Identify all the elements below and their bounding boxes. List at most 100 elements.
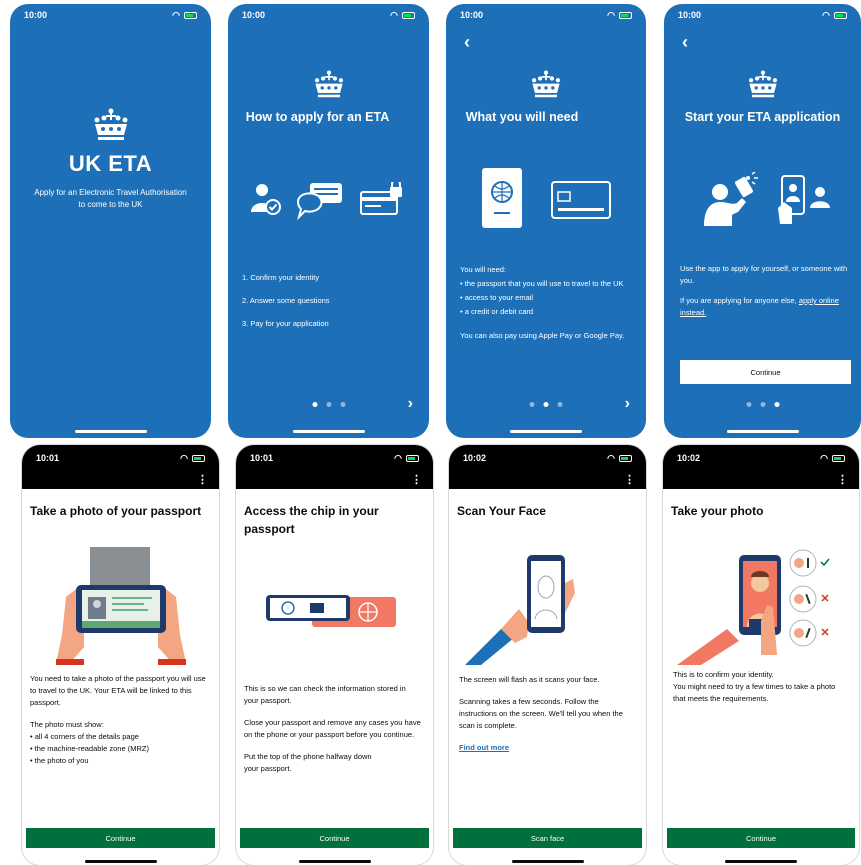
status-bar: 10:02 ◠: [449, 445, 646, 471]
footer-text: You can also pay using Apple Pay or Goog…: [460, 331, 625, 340]
page-title: Take your photo: [671, 504, 764, 518]
identity-check-icon: [250, 182, 282, 221]
para-1: You need to take a photo of the passport…: [30, 674, 206, 707]
list-item: access to your email: [460, 292, 634, 304]
crown-icon: [746, 70, 780, 99]
step-item: 1. Confirm your identity: [242, 273, 320, 282]
page-dot: [746, 402, 751, 407]
find-out-more-link[interactable]: Find out more: [459, 742, 634, 754]
requirements-list: all 4 corners of the details page the ma…: [30, 731, 207, 767]
passport-text: You need to take a photo of the passport…: [30, 673, 207, 767]
passport-scan-illustration: [54, 547, 188, 670]
battery-icon: [402, 11, 415, 19]
crown-icon: [91, 108, 131, 142]
wifi-icon: ◠: [390, 9, 398, 20]
page-title: What you will need: [465, 110, 579, 124]
app-bar: ⋮: [449, 471, 646, 489]
app-title: UK ETA: [68, 151, 153, 176]
phone-person-icon: [778, 174, 834, 231]
page-dot: [312, 402, 317, 407]
list-item: a credit or debit card: [460, 306, 634, 318]
crown-icon: [529, 70, 563, 99]
home-indicator: [292, 430, 365, 433]
continue-button[interactable]: Continue: [26, 828, 215, 848]
status-bar: 10:00 ◠: [664, 4, 861, 26]
list-item: the passport that you will use to travel…: [460, 278, 634, 290]
photo-guidance-illustration: [677, 545, 837, 670]
status-bar: 10:00 ◠: [10, 4, 211, 26]
screen-take-photo: 10:02 ◠ ⋮ Take your photo This is to con…: [663, 445, 859, 865]
menu-dots-icon[interactable]: ⋮: [411, 473, 422, 486]
wifi-icon: ◠: [180, 452, 188, 463]
list-item: all 4 corners of the details page: [30, 731, 207, 743]
start-text: Use the app to apply for yourself, or so…: [680, 263, 849, 319]
battery-icon: [192, 454, 205, 462]
continue-button[interactable]: Continue: [667, 828, 855, 848]
menu-dots-icon[interactable]: ⋮: [837, 473, 848, 486]
para-2: If you are applying for anyone else, app…: [680, 295, 849, 319]
menu-dots-icon[interactable]: ⋮: [624, 473, 635, 486]
menu-dots-icon[interactable]: ⋮: [197, 473, 208, 486]
battery-icon: [406, 454, 419, 462]
para-3: Put the top of the phone halfway down yo…: [244, 752, 372, 773]
app-bar: ⋮: [22, 471, 219, 489]
app-subtitle: Apply for an Electronic Travel Authorisa…: [34, 188, 187, 209]
crown-icon: [312, 70, 346, 99]
steps-list: 1. Confirm your identity 2. Answer some …: [242, 266, 417, 335]
chevron-right-icon[interactable]: ›: [408, 395, 413, 413]
chip-text: This is so we can check the information …: [244, 683, 421, 775]
screen-scan-face: 10:02 ◠ ⋮ Scan Your Face The screen will…: [449, 445, 646, 865]
page-dot: [543, 402, 549, 407]
page-dots: [312, 402, 345, 407]
home-indicator: [74, 430, 147, 433]
status-time: 10:00: [460, 10, 484, 20]
back-arrow-icon[interactable]: ‹: [464, 32, 470, 53]
screen-how-to-apply: 10:00 ◠ How to apply for an ETA 1. Confi…: [228, 4, 429, 438]
step-item: 3. Pay for your application: [242, 319, 329, 328]
face-scan-illustration: [465, 553, 575, 670]
screen-what-you-need: 10:00 ◠ ‹ What you will need You will ne…: [446, 4, 646, 438]
wifi-icon: ◠: [822, 9, 830, 20]
page-title: How to apply for an ETA: [245, 110, 390, 124]
selfie-person-icon: [702, 171, 758, 233]
screen-passport-photo: 10:01 ◠ ⋮ Take a photo of your passport …: [22, 445, 219, 865]
wifi-icon: ◠: [172, 9, 180, 20]
wifi-icon: ◠: [607, 9, 615, 20]
screen-passport-chip: 10:01 ◠ ⋮ Access the chip in your passpo…: [236, 445, 433, 865]
status-bar: 10:00 ◠: [446, 4, 646, 26]
locked-card-icon: [360, 179, 404, 221]
chevron-right-icon[interactable]: ›: [625, 395, 630, 413]
screen-welcome: 10:00 ◠ UK ETA Apply for an Electronic T…: [10, 4, 211, 438]
status-bar: 10:01 ◠: [236, 445, 433, 471]
status-time: 10:02: [677, 453, 701, 463]
scan-face-button[interactable]: Scan face: [453, 828, 642, 848]
status-time: 10:00: [24, 10, 48, 20]
screen-start-application: 10:00 ◠ ‹ Start your ETA application Use…: [664, 4, 861, 438]
para-2-text: If you are applying for anyone else,: [680, 296, 799, 305]
page-dot: [557, 402, 563, 407]
list-item: the machine-readable zone (MRZ): [30, 743, 207, 755]
scan-text: The screen will flash as it scans your f…: [459, 674, 634, 754]
credit-card-icon: [550, 180, 612, 225]
home-indicator: [726, 430, 799, 433]
page-dot: [760, 402, 765, 407]
photo-text: This is to confirm your identity. You mi…: [673, 669, 847, 705]
wifi-icon: ◠: [607, 452, 615, 463]
battery-icon: [619, 11, 632, 19]
status-time: 10:01: [36, 453, 60, 463]
back-arrow-icon[interactable]: ‹: [682, 32, 688, 53]
app-bar: ⋮: [663, 471, 859, 489]
continue-button[interactable]: Continue: [680, 360, 851, 384]
page-title: Start your ETA application: [684, 110, 841, 124]
para-1: Use the app to apply for yourself, or so…: [680, 264, 848, 285]
status-time: 10:00: [242, 10, 266, 20]
status-bar: 10:01 ◠: [22, 445, 219, 471]
wifi-icon: ◠: [394, 452, 402, 463]
battery-icon: [619, 454, 632, 462]
page-dot: [340, 402, 345, 407]
wifi-icon: ◠: [820, 452, 828, 463]
list-item: the photo of you: [30, 755, 207, 767]
requirements-list: the passport that you will use to travel…: [460, 278, 634, 318]
continue-button[interactable]: Continue: [240, 828, 429, 848]
para-1: This is so we can check the information …: [244, 684, 406, 705]
